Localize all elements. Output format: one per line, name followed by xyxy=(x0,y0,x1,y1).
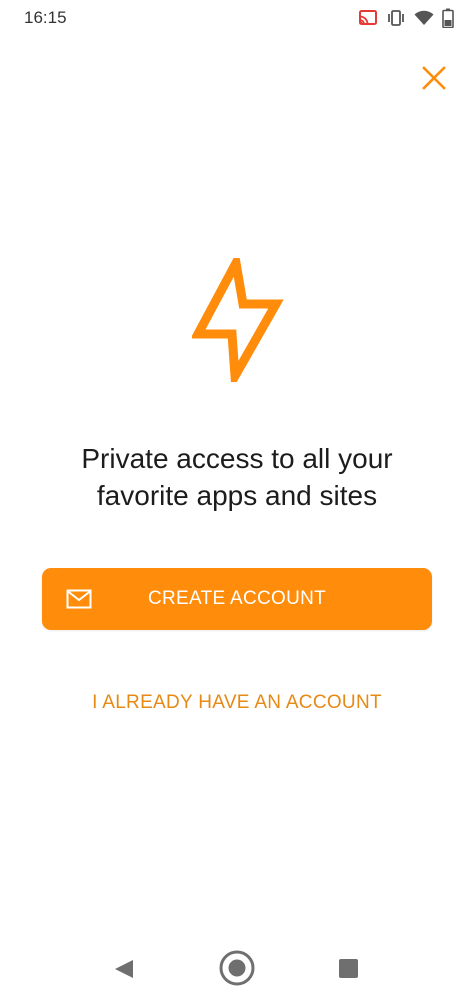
headline-line-2: favorite apps and sites xyxy=(96,480,378,511)
home-icon[interactable] xyxy=(218,949,256,987)
status-time: 16:15 xyxy=(24,8,67,27)
create-account-button[interactable]: CREATE ACCOUNT xyxy=(42,568,432,630)
create-account-label: CREATE ACCOUNT xyxy=(147,588,327,609)
back-icon[interactable] xyxy=(113,958,135,980)
close-icon xyxy=(422,65,446,95)
status-bar: 16:15 xyxy=(0,0,474,36)
navigation-bar xyxy=(0,940,474,1000)
headline-line-1: Private access to all your xyxy=(81,443,393,474)
vibrate-icon xyxy=(386,9,406,27)
sign-in-link[interactable]: I ALREADY HAVE AN ACCOUNT xyxy=(0,692,474,714)
headline: Private access to all your favorite apps… xyxy=(0,440,474,514)
mail-icon xyxy=(66,586,92,612)
status-icons xyxy=(358,8,454,28)
wifi-icon xyxy=(414,9,434,27)
close-button[interactable] xyxy=(420,65,448,95)
recents-icon[interactable] xyxy=(339,959,358,978)
cast-icon xyxy=(358,9,378,27)
lightning-bolt-icon xyxy=(190,249,284,392)
battery-icon xyxy=(442,8,454,28)
